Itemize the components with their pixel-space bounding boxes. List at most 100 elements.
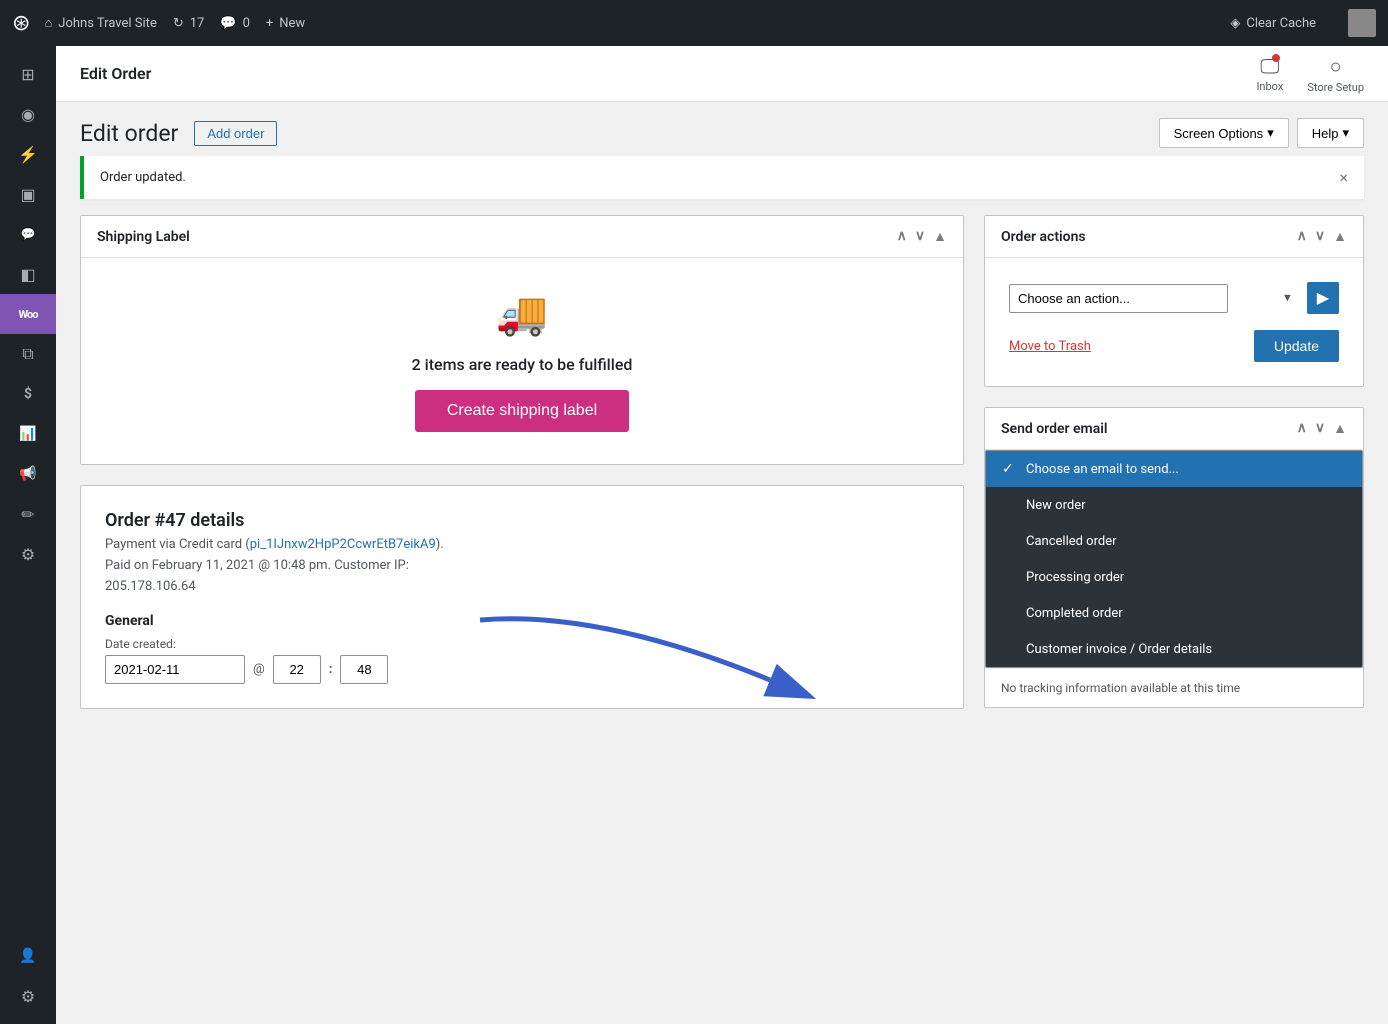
order-payment-meta: Payment via Credit card (pi_1IJnxw2HpP2C… xyxy=(105,535,939,597)
help-button[interactable]: Help ▾ xyxy=(1297,118,1364,148)
email-option-cancelled[interactable]: Cancelled order xyxy=(986,523,1362,559)
order-actions-panel: Order actions ∧ ∨ ▲ Choose an action... … xyxy=(984,215,1364,387)
action-footer: Move to Trash Update xyxy=(1009,330,1339,362)
email-option-invoice[interactable]: Customer invoice / Order details xyxy=(986,631,1362,667)
woo-icon: Woo xyxy=(19,308,38,321)
truck-icon: 🚚 xyxy=(496,290,548,339)
date-created-input[interactable] xyxy=(105,655,245,684)
sidebar-item-more[interactable]: ⚙ xyxy=(0,976,56,1016)
more-icon: ⚙ xyxy=(21,987,35,1006)
screen-options-button[interactable]: Screen Options ▾ xyxy=(1159,118,1289,148)
sidebar-item-marketing[interactable]: 📢 xyxy=(0,454,56,494)
main-layout: Shipping Label ∧ ∨ ▲ 🚚 2 items are ready… xyxy=(56,215,1388,729)
sidebar-item-blocks[interactable]: ◧ xyxy=(0,254,56,294)
home-icon: ⌂ xyxy=(44,15,52,31)
admin-bar: ⊛ ⌂ Johns Travel Site ↻ 17 💬 0 + New ◈ C… xyxy=(0,0,1388,46)
check-placeholder-4 xyxy=(1002,605,1018,621)
tracking-info-text: No tracking information available at thi… xyxy=(985,668,1363,707)
adminbar-new[interactable]: + New xyxy=(266,16,305,31)
send-email-collapse-icon[interactable]: ∧ xyxy=(1297,420,1307,437)
screen-options-chevron-icon: ▾ xyxy=(1267,125,1274,141)
email-option-choose[interactable]: ✓ Choose an email to send... xyxy=(986,451,1362,487)
add-order-button[interactable]: Add order xyxy=(194,121,277,146)
inbox-button[interactable]: 🖵 Inbox xyxy=(1256,54,1283,93)
send-email-panel-header: Send order email ∧ ∨ ▲ xyxy=(985,408,1363,450)
time-minute-input[interactable] xyxy=(340,655,388,684)
email-dropdown-list: ✓ Choose an email to send... New order C… xyxy=(985,450,1363,668)
send-order-email-panel: Send order email ∧ ∨ ▲ ✓ Choose an email… xyxy=(984,407,1364,708)
order-actions-collapse-icon[interactable]: ∧ xyxy=(1297,228,1307,245)
date-created-label: Date created: xyxy=(105,637,939,651)
content-header: Edit Order 🖵 Inbox ○ Store Setup xyxy=(56,46,1388,102)
plus-icon: + xyxy=(266,16,273,31)
shipping-panel-move-icon[interactable]: ▲ xyxy=(933,228,947,245)
adminbar-updates[interactable]: ↻ 17 xyxy=(173,16,205,31)
update-order-button[interactable]: Update xyxy=(1254,330,1339,362)
order-actions-body: Choose an action... Email invoice Regene… xyxy=(985,258,1363,386)
store-setup-button[interactable]: ○ Store Setup xyxy=(1307,54,1364,94)
sidebar-item-pages[interactable]: ▣ xyxy=(0,174,56,214)
appearance-icon: ◉ xyxy=(21,105,35,124)
customer-ip: 205.178.106.64 xyxy=(105,579,196,594)
sidebar-item-dashboard[interactable]: ⊞ xyxy=(0,54,56,94)
adminbar-clear-cache[interactable]: ◈ Clear Cache xyxy=(1230,16,1316,31)
wp-logo-icon[interactable]: ⊛ xyxy=(12,11,30,36)
user-icon: 👤 xyxy=(19,948,36,964)
notice-close-button[interactable]: × xyxy=(1339,168,1348,187)
order-details-panel: Order #47 details Payment via Credit car… xyxy=(80,485,964,709)
sidebar-item-settings[interactable]: ⚙ xyxy=(0,534,56,574)
time-hour-input[interactable] xyxy=(273,655,321,684)
tools-icon: ✏ xyxy=(21,505,34,524)
lightning-icon: ⚡ xyxy=(18,145,38,164)
action-select-row: Choose an action... Email invoice Regene… xyxy=(1009,282,1339,314)
email-dropdown-area: ✓ Choose an email to send... New order C… xyxy=(985,450,1363,707)
shipping-panel-collapse-icon[interactable]: ∧ xyxy=(897,228,907,245)
check-icon: ✓ xyxy=(1002,461,1018,477)
order-number-title: Order #47 details xyxy=(105,510,939,531)
check-placeholder-2 xyxy=(1002,533,1018,549)
left-column: Shipping Label ∧ ∨ ▲ 🚚 2 items are ready… xyxy=(80,215,964,729)
send-email-expand-icon[interactable]: ∨ xyxy=(1315,420,1325,437)
sidebar-item-appearance[interactable]: ◉ xyxy=(0,94,56,134)
shipping-fulfillment-area: 🚚 2 items are ready to be fulfilled Crea… xyxy=(81,258,963,464)
shipping-panel-expand-icon[interactable]: ∨ xyxy=(915,228,925,245)
page-title-area: Edit order Add order Screen Options ▾ He… xyxy=(56,102,1388,156)
colon-separator: : xyxy=(329,662,333,677)
admin-avatar[interactable] xyxy=(1348,9,1376,37)
inbox-notification-dot xyxy=(1272,54,1280,62)
help-chevron-icon: ▾ xyxy=(1342,125,1349,141)
blocks-icon: ◧ xyxy=(20,265,35,284)
general-section-title: General xyxy=(105,613,939,629)
sales-icon: $ xyxy=(24,386,32,402)
move-to-trash-link[interactable]: Move to Trash xyxy=(1009,339,1091,354)
sidebar-item-woocommerce[interactable]: Woo xyxy=(0,294,56,334)
sidebar-item-analytics[interactable]: 📊 xyxy=(0,414,56,454)
at-separator: @ xyxy=(253,662,265,677)
products-icon: ⧉ xyxy=(22,344,33,364)
cache-icon: ◈ xyxy=(1230,16,1240,31)
adminbar-comments[interactable]: 💬 0 xyxy=(220,16,250,31)
check-placeholder-5 xyxy=(1002,641,1018,657)
email-option-processing[interactable]: Processing order xyxy=(986,559,1362,595)
create-shipping-label-button[interactable]: Create shipping label xyxy=(415,390,629,432)
check-placeholder xyxy=(1002,497,1018,513)
page-title: Edit order xyxy=(80,120,178,147)
sidebar-item-sales[interactable]: $ xyxy=(0,374,56,414)
order-actions-move-icon[interactable]: ▲ xyxy=(1333,228,1347,245)
sidebar-item-tools[interactable]: ✏ xyxy=(0,494,56,534)
send-email-move-icon[interactable]: ▲ xyxy=(1333,420,1347,437)
run-action-button[interactable]: ▶ xyxy=(1307,282,1339,314)
order-actions-title: Order actions xyxy=(1001,229,1086,245)
sidebar-item-updates[interactable]: ⚡ xyxy=(0,134,56,174)
order-actions-panel-header: Order actions ∧ ∨ ▲ xyxy=(985,216,1363,258)
email-option-completed[interactable]: Completed order xyxy=(986,595,1362,631)
payment-link[interactable]: pi_1IJnxw2HpP2CcwrEtB7eikA9 xyxy=(250,537,436,552)
order-actions-expand-icon[interactable]: ∨ xyxy=(1315,228,1325,245)
sidebar-item-comments[interactable]: 💬 xyxy=(0,214,56,254)
adminbar-site-name[interactable]: ⌂ Johns Travel Site xyxy=(44,15,156,31)
email-option-new-order[interactable]: New order xyxy=(986,487,1362,523)
sidebar-item-products[interactable]: ⧉ xyxy=(0,334,56,374)
comments-sidebar-icon: 💬 xyxy=(21,227,36,241)
sidebar-item-users[interactable]: 👤 xyxy=(0,936,56,976)
order-action-select[interactable]: Choose an action... Email invoice Regene… xyxy=(1009,284,1228,313)
